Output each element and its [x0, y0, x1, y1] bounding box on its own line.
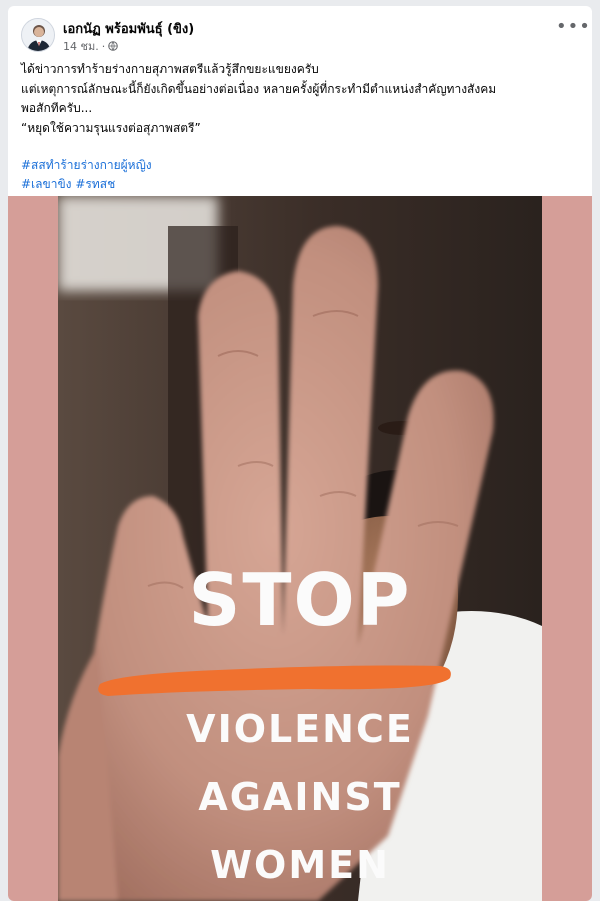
post-header: เอกนัฏ พร้อมพันธุ์ (ขิง) 14 ชม. · •••: [8, 6, 592, 58]
more-options-icon[interactable]: •••: [556, 18, 590, 40]
author-name[interactable]: เอกนัฏ พร้อมพันธุ์ (ขิง): [63, 18, 194, 39]
post-photo[interactable]: STOP VIOLENCE AGAINST WOMEN: [8, 196, 592, 901]
post-quote: “หยุดใช้ความรุนแรงต่อสุภาพสตรี”: [21, 120, 201, 135]
post-meta: 14 ชม. ·: [63, 37, 119, 55]
hashtag-link[interactable]: #รทสช: [75, 177, 115, 191]
photo-image: STOP VIOLENCE AGAINST WOMEN: [58, 196, 542, 901]
violence-text: VIOLENCE: [186, 707, 414, 751]
post-message: ได้ข่าวการทำร้ายร่างกายสุภาพสตรีแล้วรู้ส…: [21, 60, 581, 138]
globe-icon: [108, 41, 119, 51]
person-avatar-icon: [22, 19, 54, 51]
facebook-post: เอกนัฏ พร้อมพันธุ์ (ขิง) 14 ชม. · ••• ได…: [8, 6, 592, 901]
against-text: AGAINST: [198, 775, 402, 819]
post-line: ได้ข่าวการทำร้ายร่างกายสุภาพสตรีแล้วรู้ส…: [21, 62, 319, 76]
post-line: พอสักทีครับ...: [21, 101, 93, 116]
post-line: แต่เหตุการณ์ลักษณะนี้ก็ยังเกิดขึ้นอย่างต…: [21, 81, 497, 96]
author-avatar[interactable]: [21, 18, 55, 52]
stop-heading: STOP: [188, 558, 412, 642]
meta-separator: ·: [101, 39, 106, 53]
post-hashtags: #สสทำร้ายร่างกายผู้หญิง #เลขาขิง #รทสช: [21, 156, 152, 194]
women-text: WOMEN: [210, 843, 390, 887]
hashtag-link[interactable]: #สสทำร้ายร่างกายผู้หญิง: [21, 158, 152, 172]
post-time[interactable]: 14 ชม.: [63, 37, 99, 55]
hashtag-link[interactable]: #เลขาขิง: [21, 177, 72, 191]
